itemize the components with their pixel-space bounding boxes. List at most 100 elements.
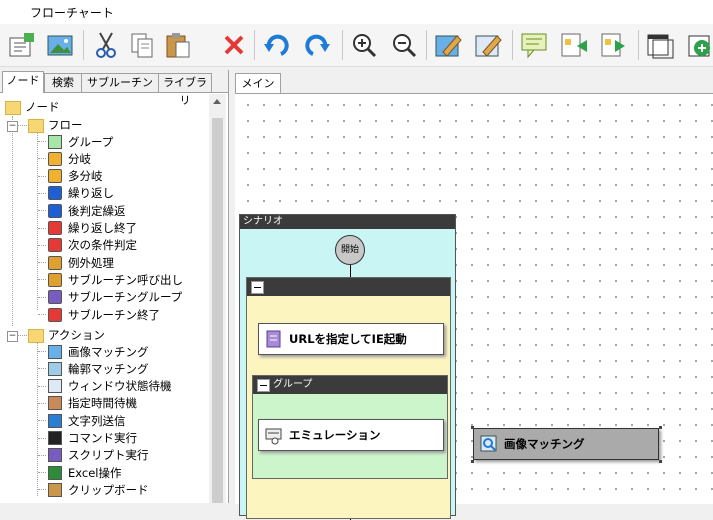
- tab-library[interactable]: ライブラリ: [158, 73, 212, 107]
- copy-button[interactable]: [126, 29, 158, 61]
- tree-item-action[interactable]: Excel操作: [46, 464, 121, 481]
- action-emulation-label: エミュレーション: [289, 428, 381, 442]
- collapse-flow-toggle[interactable]: −: [7, 121, 18, 132]
- left-panel: ノード 検索 サブルーチン ライブラリ ノード − フロー グループ 分岐 多分岐繰…: [0, 70, 229, 503]
- redo-icon: [305, 34, 330, 56]
- folder-icon: [5, 100, 21, 115]
- edit-node-button[interactable]: [432, 29, 464, 61]
- tree-item-flow[interactable]: 多分岐: [46, 168, 103, 185]
- zoom-out-button[interactable]: [388, 29, 420, 61]
- zoom-in-button[interactable]: [348, 29, 380, 61]
- tree-item-action[interactable]: 画像マッチング: [46, 343, 149, 360]
- tree-item-flow[interactable]: 例外処理: [46, 254, 114, 271]
- tree-item-label: サブルーチン終了: [68, 307, 160, 322]
- delete-button[interactable]: [218, 29, 250, 61]
- flow-node-icon: [48, 272, 62, 287]
- undo-button[interactable]: [260, 29, 292, 61]
- flow-canvas[interactable]: シナリオ 開始 URLを指定してIE起動 グループ エミュレーション 画像マッチ…: [235, 93, 713, 520]
- collapse-action-toggle[interactable]: −: [7, 331, 18, 342]
- tab-main[interactable]: メイン: [235, 73, 281, 94]
- delete-icon: [224, 35, 244, 55]
- comment-icon: [521, 33, 547, 59]
- action-node-icon: [48, 379, 62, 394]
- flow-node-icon: [48, 134, 62, 149]
- outer-group-header: [247, 278, 450, 296]
- tree-item-flow[interactable]: グループ: [46, 133, 113, 150]
- tree-item-label: スクリプト実行: [68, 448, 149, 463]
- tree-item-action[interactable]: コマンド実行: [46, 430, 137, 447]
- import-icon: [561, 33, 587, 57]
- tree-item-label: Excel操作: [68, 465, 122, 480]
- tree-action-folder[interactable]: アクション: [28, 326, 105, 343]
- tree-scrollbar[interactable]: [209, 94, 226, 503]
- resize-handle[interactable]: [471, 426, 474, 429]
- tree-item-flow[interactable]: 繰り返し: [46, 185, 114, 202]
- redo-button[interactable]: [302, 29, 334, 61]
- new-flow-button[interactable]: [6, 29, 38, 61]
- paste-button[interactable]: [162, 29, 194, 61]
- action-node-icon: [48, 413, 62, 428]
- inner-group-header: グループ: [253, 376, 447, 394]
- edit-node-icon: [435, 35, 462, 57]
- tree-item-flow[interactable]: サブルーチン呼び出し: [46, 271, 183, 288]
- tree-item-label: サブルーチングループ: [68, 290, 183, 305]
- floating-node-label: 画像マッチング: [504, 437, 585, 451]
- scissors-icon: [96, 32, 116, 58]
- scroll-thumb[interactable]: [212, 118, 223, 503]
- tree-item-flow[interactable]: サブルーチングループ: [46, 289, 182, 306]
- tab-subroutine[interactable]: サブルーチン: [81, 73, 159, 92]
- tree-item-label: 分岐: [68, 151, 91, 166]
- image-button[interactable]: [44, 29, 76, 61]
- new-window-button[interactable]: [644, 29, 676, 61]
- export-button[interactable]: [598, 29, 630, 61]
- collapse-group-icon[interactable]: [257, 379, 270, 392]
- tree-item-action[interactable]: ウィンドウ状態待機: [46, 378, 172, 395]
- action-ie-launch[interactable]: URLを指定してIE起動: [258, 323, 444, 355]
- import-button[interactable]: [558, 29, 590, 61]
- tree-item-action[interactable]: スクリプト実行: [46, 447, 149, 464]
- resize-handle[interactable]: [659, 426, 662, 429]
- action-node-icon: [48, 465, 62, 480]
- canvas-area: メイン シナリオ 開始 URLを指定してIE起動 グループ エミュレーション 画…: [232, 70, 713, 520]
- action-emulation[interactable]: エミュレーション: [258, 419, 444, 451]
- flow-node-icon: [48, 169, 62, 184]
- comment-button[interactable]: [518, 29, 550, 61]
- add-button[interactable]: [684, 29, 713, 61]
- resize-handle[interactable]: [659, 460, 662, 463]
- action-node-icon: [48, 361, 62, 376]
- image-matching-icon: [480, 435, 497, 452]
- flow-node-icon: [48, 238, 62, 253]
- collapse-group-icon[interactable]: [251, 281, 264, 294]
- tree-item-action[interactable]: 指定時間待機: [46, 395, 137, 412]
- tree-root-label: ノード: [25, 99, 60, 114]
- flow-node-icon: [48, 255, 62, 270]
- tree-flow-folder[interactable]: フロー: [28, 116, 83, 133]
- resize-handle[interactable]: [471, 460, 474, 463]
- tab-node[interactable]: ノード: [2, 71, 44, 93]
- tree-item-flow[interactable]: 繰り返し終了: [46, 220, 137, 237]
- tree-root[interactable]: ノード: [5, 98, 60, 115]
- tree-item-flow[interactable]: 分岐: [46, 150, 91, 167]
- floating-image-matching-node[interactable]: 画像マッチング: [473, 428, 659, 460]
- action-node-icon: [48, 396, 62, 411]
- tree-item-label: 輪郭マッチング: [68, 361, 149, 376]
- start-node[interactable]: 開始: [335, 235, 365, 265]
- script-icon: [266, 330, 281, 348]
- scenario-container[interactable]: シナリオ 開始 URLを指定してIE起動 グループ エミュレーション: [239, 214, 456, 520]
- action-node-icon: [48, 482, 62, 497]
- tree-item-label: 画像マッチング: [68, 344, 149, 359]
- tree-item-action[interactable]: 輪郭マッチング: [46, 360, 149, 377]
- edit-node-2-button[interactable]: [472, 29, 504, 61]
- tree-item-action[interactable]: 文字列送信: [46, 412, 126, 429]
- cut-button[interactable]: [90, 29, 122, 61]
- tree-item-flow[interactable]: サブルーチン終了: [46, 306, 160, 323]
- action-node-icon: [48, 344, 62, 359]
- tree-item-action[interactable]: クリップボード: [46, 481, 149, 498]
- tree-item-label: サブルーチン呼び出し: [68, 272, 183, 287]
- scroll-up-arrow[interactable]: [213, 99, 221, 104]
- image-icon: [47, 35, 73, 56]
- tree-item-flow[interactable]: 後判定繰返: [46, 202, 126, 219]
- tab-search[interactable]: 検索: [44, 73, 82, 92]
- action-node-icon: [48, 448, 62, 463]
- tree-item-flow[interactable]: 次の条件判定: [46, 237, 137, 254]
